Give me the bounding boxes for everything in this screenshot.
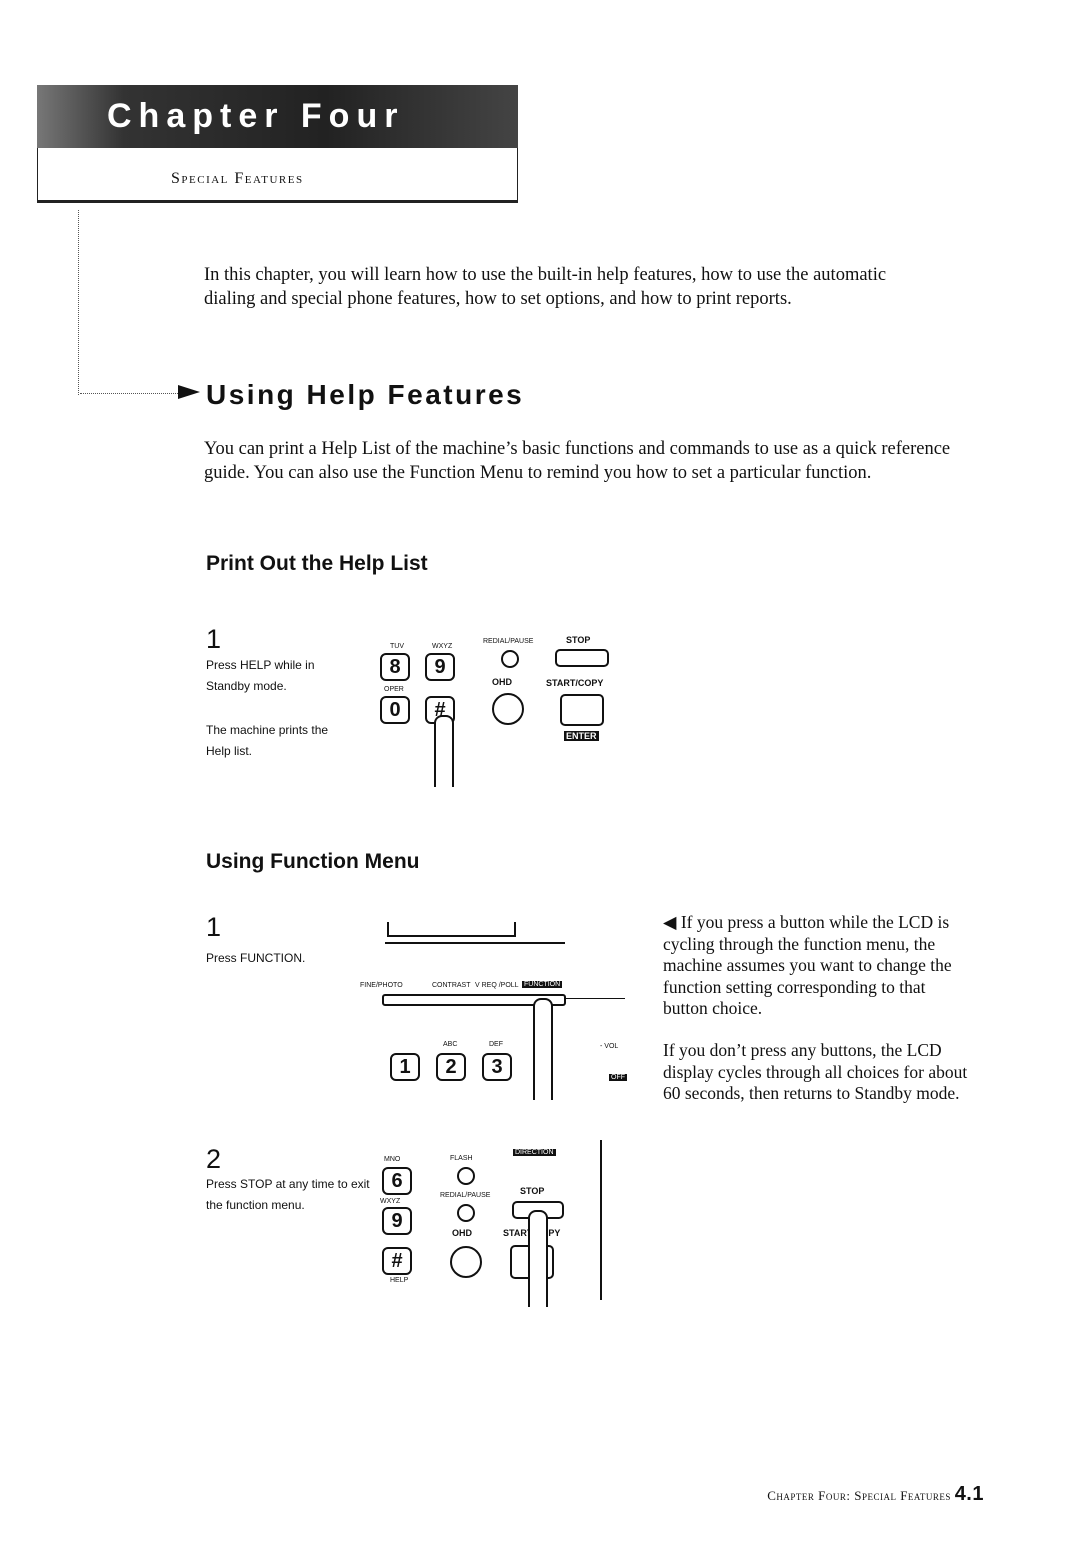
button-label: FINE/PHOTO bbox=[360, 982, 403, 989]
key-8: 8 bbox=[380, 653, 410, 681]
key-label: ABC bbox=[443, 1041, 458, 1048]
button-label: REDIAL/PAUSE bbox=[483, 638, 534, 645]
key-3: 3 bbox=[482, 1053, 512, 1081]
dotted-guide-line bbox=[78, 210, 79, 395]
panel-edge bbox=[600, 1140, 602, 1300]
step-number: 1 bbox=[206, 624, 222, 654]
panel-illustration-stop: MNO 6 WXYZ 9 # HELP FLASH REDIAL/PAUSE O… bbox=[370, 1135, 630, 1307]
step-text: Press HELP while in Standby mode. bbox=[206, 658, 315, 693]
function-label: FUNCTION bbox=[522, 981, 563, 988]
key-label: WXYZ bbox=[432, 643, 453, 650]
key-label: MNO bbox=[384, 1156, 401, 1163]
keypad-illustration-help: TUV WXYZ 8 9 OPER 0 # REDIAL/PAUSE OHD S… bbox=[370, 610, 630, 790]
page-number: 4.1 bbox=[954, 1483, 984, 1505]
step-text: The machine prints the Help list. bbox=[206, 723, 329, 758]
button-label: STOP bbox=[566, 635, 591, 645]
button-label: CONTRAST bbox=[432, 982, 471, 989]
enter-label: ENTER bbox=[564, 731, 599, 741]
key-label: WXYZ bbox=[380, 1198, 401, 1205]
speaker-button-icon bbox=[492, 693, 524, 725]
note-text: If you press a button while the LCD is c… bbox=[663, 912, 952, 1018]
button-label: START/COPY bbox=[546, 678, 604, 688]
key-1: 1 bbox=[390, 1053, 420, 1081]
chapter-subtitle: Special Features bbox=[171, 170, 304, 187]
chapter-title: Chapter Four bbox=[107, 97, 405, 135]
step-text: Press FUNCTION. bbox=[206, 951, 306, 965]
section-paragraph: You can print a Help List of the machine… bbox=[204, 439, 951, 483]
redial-button-icon bbox=[501, 650, 519, 668]
key-0: 0 bbox=[380, 696, 410, 724]
footer-text: Chapter Four: Special Features bbox=[767, 1488, 951, 1503]
key-label: TUV bbox=[390, 643, 404, 650]
finger-pointer-icon bbox=[533, 998, 553, 1100]
flash-button-icon bbox=[457, 1167, 475, 1185]
speaker-button-icon bbox=[450, 1246, 482, 1278]
stop-button-icon bbox=[555, 649, 609, 667]
document-page: Chapter Four Special Features In this ch… bbox=[0, 0, 1080, 1541]
key-9: 9 bbox=[382, 1207, 412, 1235]
button-label: STOP bbox=[520, 1186, 545, 1196]
key-label: OPER bbox=[384, 686, 404, 693]
section-heading: Using Help Features bbox=[206, 379, 525, 410]
key-hash: # bbox=[382, 1247, 412, 1275]
step-number: 1 bbox=[206, 912, 222, 942]
key-label: DEF bbox=[489, 1041, 503, 1048]
dotted-guide-line bbox=[80, 393, 190, 394]
key-2: 2 bbox=[436, 1053, 466, 1081]
note-2: If you don’t press any buttons, the LCD … bbox=[663, 1040, 968, 1103]
subheading-help-list: Print Out the Help List bbox=[206, 552, 428, 575]
key-6: 6 bbox=[382, 1167, 412, 1195]
page-footer: Chapter Four: Special Features 4.1 bbox=[767, 1483, 984, 1506]
chapter-subtitle-box: Special Features bbox=[37, 148, 518, 203]
step-text: Press STOP at any time to exit the funct… bbox=[206, 1177, 370, 1212]
panel-edge bbox=[385, 942, 565, 944]
direction-label: DIRECTION bbox=[513, 1149, 556, 1156]
button-label: OHD bbox=[452, 1228, 472, 1238]
key-9: 9 bbox=[425, 653, 455, 681]
panel-edge bbox=[565, 998, 625, 999]
lcd-outline bbox=[387, 922, 516, 937]
intro-paragraph: In this chapter, you will learn how to u… bbox=[204, 265, 887, 309]
button-label: V REQ /POLL bbox=[475, 982, 519, 989]
left-arrow-icon: ◀ bbox=[663, 912, 677, 932]
redial-button-icon bbox=[457, 1204, 475, 1222]
button-label: FLASH bbox=[450, 1155, 473, 1162]
button-label: REDIAL/PAUSE bbox=[440, 1192, 491, 1199]
off-label: OFF bbox=[609, 1074, 627, 1081]
start-button-icon bbox=[560, 694, 604, 726]
note-1: ◀ If you press a button while the LCD is… bbox=[663, 912, 973, 1020]
button-label: OHD bbox=[492, 677, 512, 687]
vol-label: - VOL bbox=[600, 1043, 619, 1050]
pointer-arrow-icon bbox=[178, 385, 200, 399]
key-label: HELP bbox=[390, 1277, 409, 1284]
chapter-banner: Chapter Four bbox=[37, 85, 518, 148]
step-number: 2 bbox=[206, 1144, 222, 1174]
panel-illustration-function: FINE/PHOTO CONTRAST V REQ /POLL FUNCTION… bbox=[360, 910, 640, 1100]
finger-pointer-icon bbox=[528, 1210, 548, 1307]
finger-pointer-icon bbox=[434, 715, 454, 787]
subheading-function-menu: Using Function Menu bbox=[206, 850, 420, 873]
